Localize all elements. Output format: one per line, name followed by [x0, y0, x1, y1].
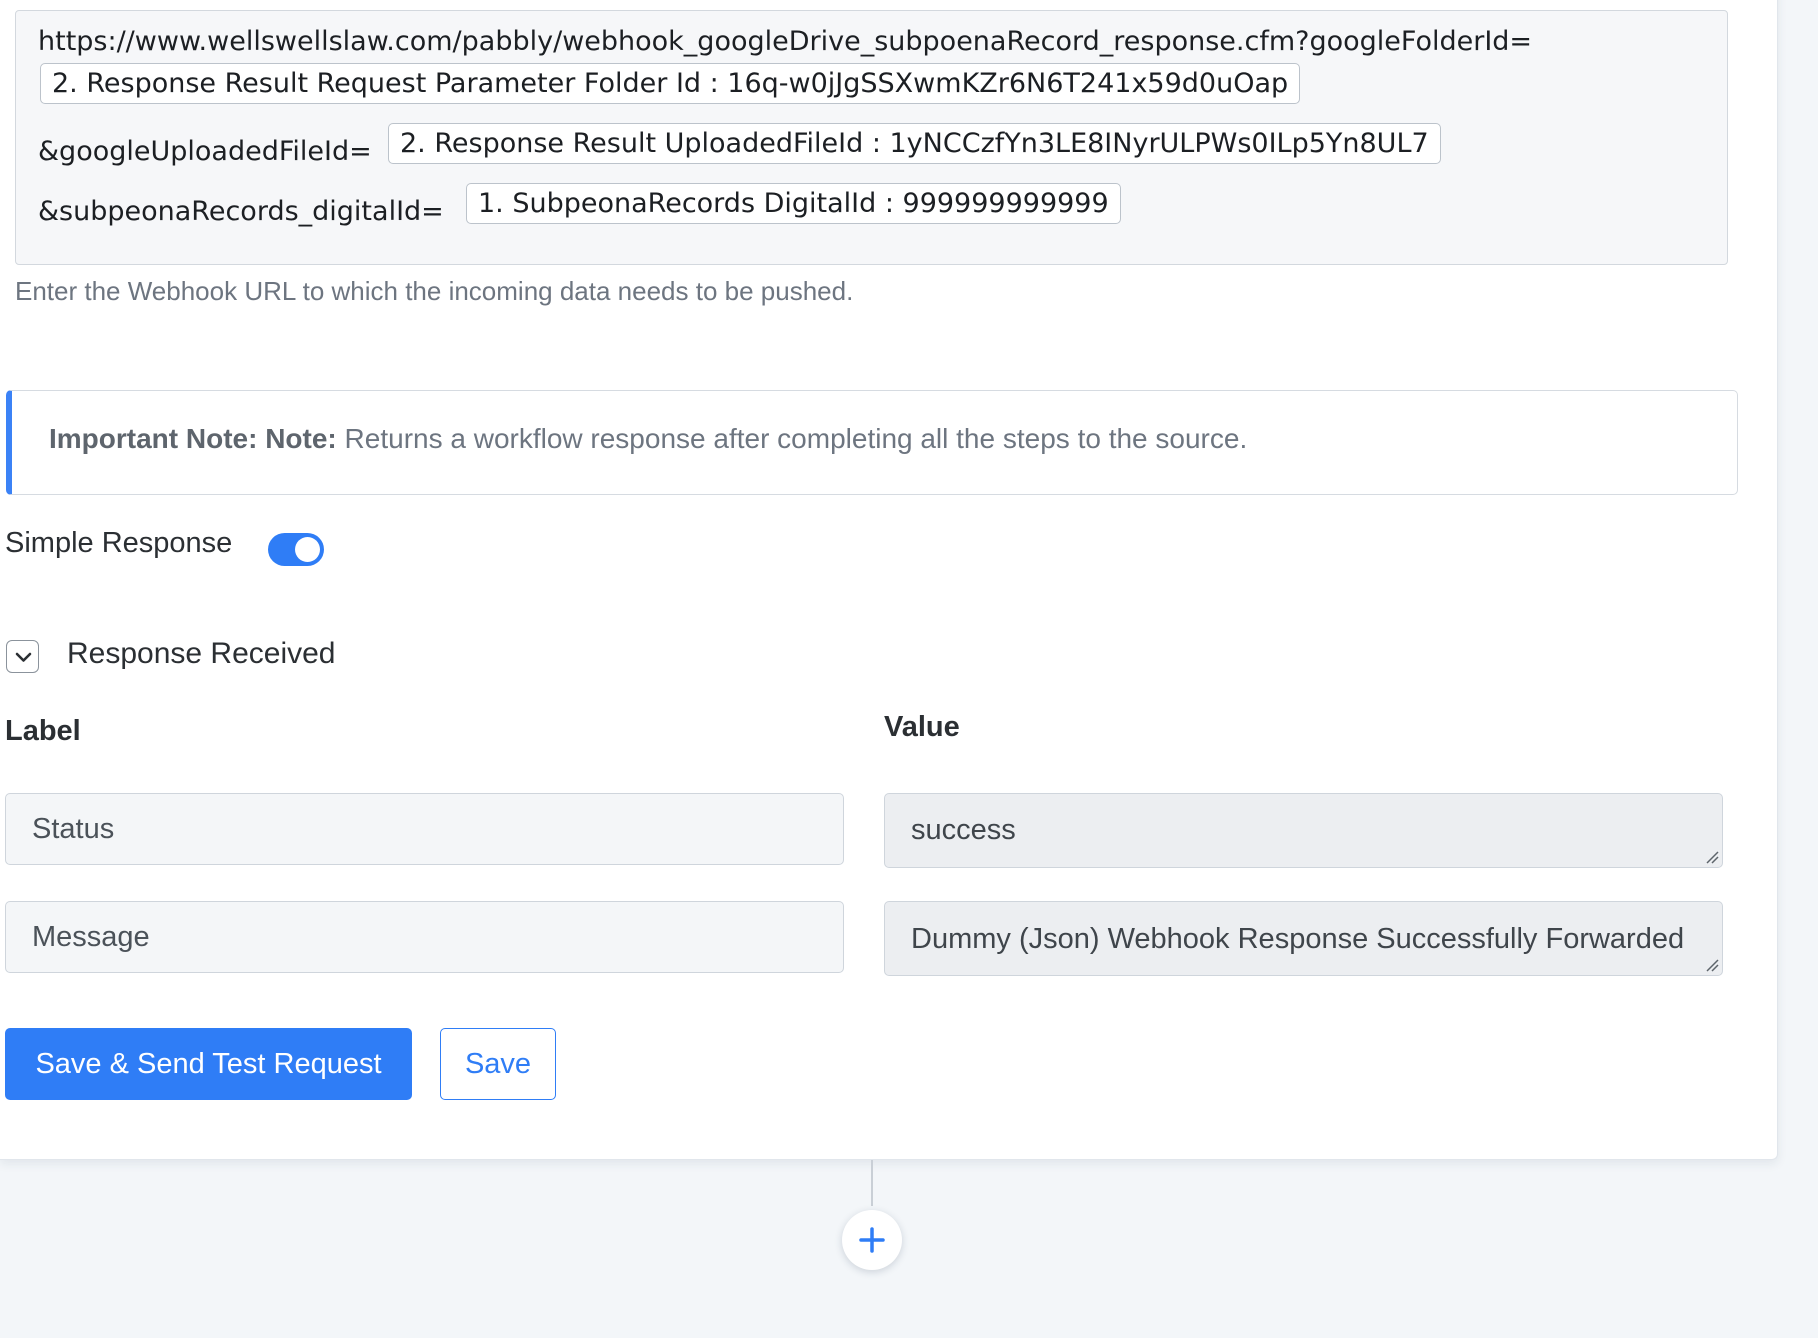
action-card: , https://www.wellswellslaw.com/pabbly/w…: [0, 0, 1778, 1160]
resize-handle-icon[interactable]: [1705, 850, 1719, 864]
webhook-base-url: https://www.wellswellslaw.com/pabbly/web…: [38, 26, 1533, 57]
workflow-connector-line: [871, 1160, 873, 1206]
folder-id-token[interactable]: 2. Response Result Request Parameter Fol…: [40, 63, 1301, 104]
message-value-text: Dummy (Json) Webhook Response Successful…: [911, 923, 1685, 955]
status-value-text: success: [911, 814, 1016, 846]
webhook-help-text: Enter the Webhook URL to which the incom…: [15, 276, 854, 306]
uploaded-file-param-label: &googleUploadedFileId=: [38, 136, 372, 167]
response-received-collapse-button[interactable]: [6, 640, 39, 673]
save-and-send-test-button[interactable]: Save & Send Test Request: [5, 1028, 412, 1100]
important-note-prefix: Important Note: Note:: [49, 423, 337, 454]
digital-id-token[interactable]: 1. SubpeonaRecords DigitalId : 999999999…: [466, 183, 1121, 224]
message-label-text: Message: [32, 920, 150, 953]
toggle-knob: [295, 537, 320, 562]
important-note-text: Important Note: Note: Returns a workflow…: [49, 423, 1247, 455]
response-received-label: Response Received: [67, 637, 336, 670]
plus-icon: [859, 1227, 885, 1253]
label-column-header: Label: [5, 715, 81, 747]
webhook-url-field[interactable]: https://www.wellswellslaw.com/pabbly/web…: [15, 10, 1728, 265]
digital-id-param-label: &subpeonaRecords_digitalId=: [38, 196, 444, 227]
status-label-text: Status: [32, 812, 115, 845]
important-note-body: Returns a workflow response after comple…: [336, 423, 1248, 454]
simple-response-toggle[interactable]: [268, 533, 324, 566]
uploaded-file-id-token[interactable]: 2. Response Result UploadedFileId : 1yNC…: [388, 123, 1441, 164]
status-value-textarea[interactable]: success: [884, 793, 1723, 868]
message-value-textarea[interactable]: Dummy (Json) Webhook Response Successful…: [884, 901, 1723, 976]
save-button[interactable]: Save: [440, 1028, 556, 1100]
chevron-down-icon: [15, 652, 32, 662]
important-note-box: Important Note: Note: Returns a workflow…: [6, 390, 1738, 495]
status-label-input[interactable]: Status: [5, 793, 844, 865]
add-step-button[interactable]: [842, 1210, 902, 1270]
simple-response-label: Simple Response: [5, 527, 233, 559]
resize-handle-icon[interactable]: [1705, 958, 1719, 972]
value-column-header: Value: [884, 711, 960, 743]
message-label-input[interactable]: Message: [5, 901, 844, 973]
